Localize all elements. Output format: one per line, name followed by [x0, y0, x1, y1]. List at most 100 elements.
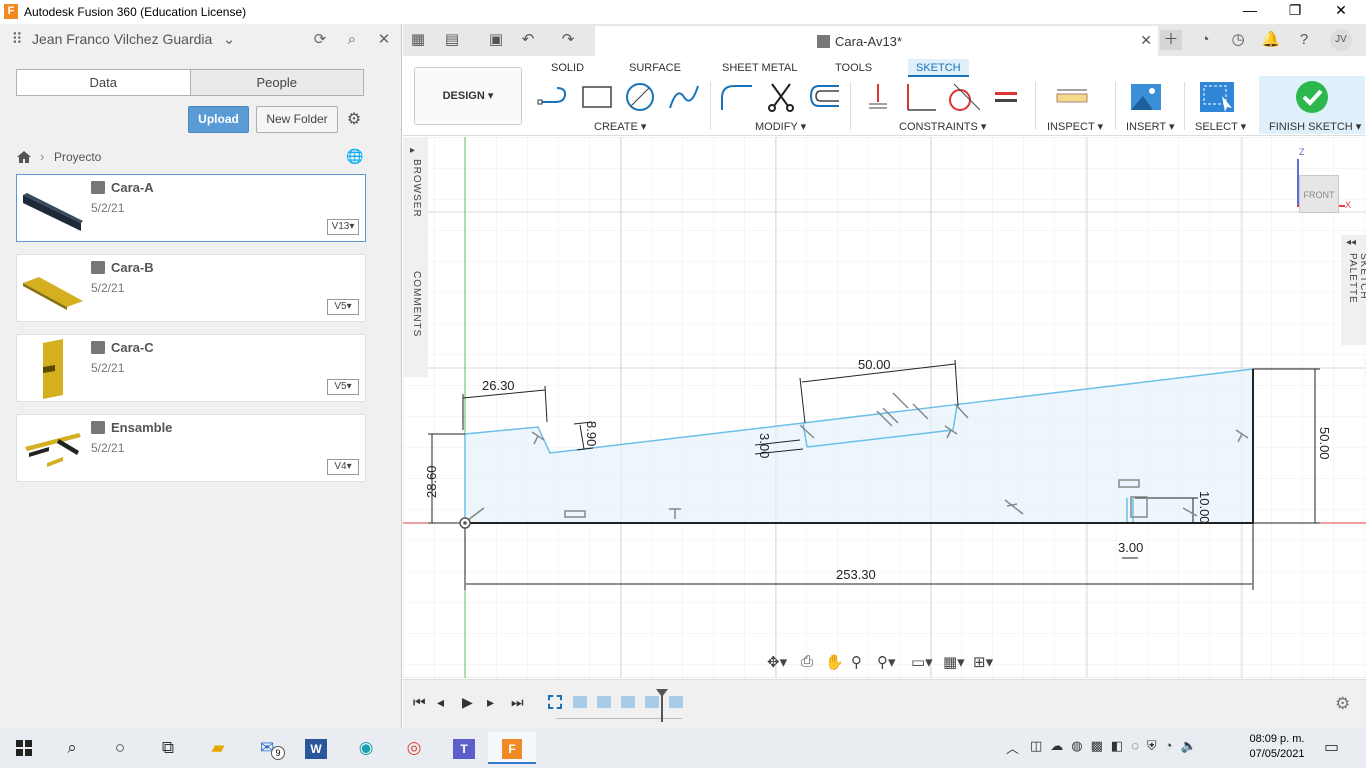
- play-icon[interactable]: ▶: [462, 694, 473, 711]
- display-settings-icon[interactable]: ▭▾: [911, 653, 933, 671]
- fillet-tool-icon[interactable]: [720, 82, 754, 112]
- fusion-taskbar-icon[interactable]: F: [488, 732, 536, 764]
- finish-sketch-button[interactable]: FINISH SKETCH ▾: [1269, 120, 1361, 133]
- notifications-center-icon[interactable]: ▭: [1324, 737, 1339, 757]
- inspect-menu[interactable]: INSPECT ▾: [1047, 120, 1103, 133]
- dimension-label[interactable]: 26.30: [482, 378, 515, 393]
- apps-grid-icon[interactable]: ▦: [407, 30, 429, 50]
- gear-icon[interactable]: ⚙: [344, 109, 364, 129]
- modify-menu[interactable]: MODIFY ▾: [755, 120, 806, 133]
- orbit-icon[interactable]: ✥▾: [767, 653, 787, 671]
- tab-people[interactable]: People: [189, 70, 363, 95]
- avatar[interactable]: JV: [1330, 29, 1352, 51]
- sketch-viewport[interactable]: 26.30 8.90 28.60 50.00 3.00 50.00 10.00 …: [403, 137, 1366, 678]
- select-window-icon[interactable]: [1200, 82, 1234, 112]
- equal-constraint-icon[interactable]: [989, 82, 1023, 112]
- go-to-start-icon[interactable]: ⏮: [413, 694, 426, 711]
- tab-data[interactable]: Data: [17, 70, 190, 95]
- clock[interactable]: 08:09 p. m. 07/05/2021: [1242, 732, 1312, 762]
- chevron-down-icon[interactable]: ⌄: [218, 29, 240, 51]
- user-name[interactable]: Jean Franco Vilchez Guardia: [32, 31, 212, 47]
- job-status-icon[interactable]: ◷: [1227, 30, 1249, 50]
- word-icon[interactable]: W: [292, 732, 340, 764]
- close-panel-icon[interactable]: ✕: [373, 29, 395, 51]
- cortana-icon[interactable]: ○: [96, 732, 144, 764]
- create-menu[interactable]: CREATE ▾: [594, 120, 646, 133]
- version-dropdown[interactable]: V5▾: [327, 299, 359, 315]
- version-dropdown[interactable]: V4▾: [327, 459, 359, 475]
- dimension-label[interactable]: 253.30: [836, 567, 876, 582]
- dimension-label[interactable]: 3.00: [757, 433, 772, 458]
- coincident-constraint-icon[interactable]: [861, 82, 895, 112]
- feature-icon[interactable]: [573, 696, 587, 708]
- offset-tool-icon[interactable]: [807, 82, 841, 112]
- tray-chevron-up-icon[interactable]: ︿: [1006, 738, 1019, 757]
- redo-icon[interactable]: ↷: [557, 30, 579, 50]
- zoom-icon[interactable]: ⚲: [851, 653, 862, 671]
- look-at-icon[interactable]: ⎙: [801, 653, 813, 670]
- finish-sketch-area[interactable]: FINISH SKETCH ▾: [1259, 76, 1365, 134]
- breadcrumb-project[interactable]: Proyecto: [54, 150, 101, 164]
- spline-tool-icon[interactable]: [667, 82, 701, 112]
- extensions-icon[interactable]: ◔: [1194, 30, 1216, 50]
- feature-icon[interactable]: [597, 696, 611, 708]
- dimension-label[interactable]: 28.60: [424, 465, 439, 498]
- dimension-label[interactable]: 10.00: [1197, 491, 1212, 524]
- perpendicular-constraint-icon[interactable]: [904, 82, 938, 112]
- undo-icon[interactable]: ↶: [517, 30, 539, 50]
- step-back-icon[interactable]: ◂: [437, 694, 444, 711]
- grid-dots-icon[interactable]: ⠿: [6, 29, 28, 51]
- select-menu[interactable]: SELECT ▾: [1195, 120, 1246, 133]
- pan-hand-icon[interactable]: ✋: [825, 653, 844, 671]
- chrome-icon[interactable]: ◎: [390, 732, 438, 764]
- grid-settings-icon[interactable]: ▦▾: [943, 653, 965, 671]
- sketch-feature-icon[interactable]: [548, 695, 562, 709]
- tab-surface[interactable]: SURFACE: [621, 59, 689, 77]
- version-dropdown[interactable]: V13▾: [327, 219, 359, 235]
- help-icon[interactable]: ?: [1293, 30, 1315, 50]
- close-window-button[interactable]: ✕: [1321, 2, 1361, 22]
- viewports-icon[interactable]: ⊞▾: [973, 653, 993, 671]
- list-item[interactable]: Cara-C 5/2/21 V5▾: [16, 334, 366, 402]
- workspace-dropdown[interactable]: DESIGN ▾: [414, 67, 522, 125]
- list-item[interactable]: Ensamble 5/2/21 V4▾: [16, 414, 366, 482]
- comments-panel-toggle[interactable]: COMMENTS: [403, 257, 428, 377]
- tab-sketch[interactable]: SKETCH: [908, 59, 969, 77]
- viewcube[interactable]: Z X FRONT: [1293, 147, 1355, 213]
- dimension-label[interactable]: 50.00: [858, 357, 891, 372]
- trim-scissors-icon[interactable]: [764, 82, 798, 112]
- new-tab-icon[interactable]: ＋: [1160, 30, 1182, 50]
- notifications-icon[interactable]: 🔔: [1260, 30, 1282, 50]
- sketch-palette-toggle[interactable]: ◂◂ SKETCH PALETTE: [1341, 235, 1366, 345]
- refresh-icon[interactable]: ⟳: [309, 29, 331, 51]
- tab-tools[interactable]: TOOLS: [827, 59, 880, 77]
- search-icon[interactable]: ⌕: [341, 29, 363, 51]
- rectangle-tool-icon[interactable]: [580, 82, 614, 112]
- go-to-end-icon[interactable]: ⏭: [511, 694, 524, 711]
- system-tray-icons[interactable]: ◫☁◍▩◧◌⛨◔🔈: [1030, 738, 1205, 754]
- mail-icon[interactable]: ✉ 9: [243, 732, 291, 764]
- windows-start-icon[interactable]: [0, 732, 48, 764]
- close-tab-icon[interactable]: ✕: [1140, 32, 1152, 49]
- tangent-constraint-icon[interactable]: [946, 82, 980, 112]
- step-forward-icon[interactable]: ▸: [487, 694, 494, 711]
- version-dropdown[interactable]: V5▾: [327, 379, 359, 395]
- edge-icon[interactable]: ◉: [342, 732, 390, 764]
- dimension-label[interactable]: 50.00: [1317, 427, 1332, 460]
- dimension-label[interactable]: 3.00: [1118, 540, 1143, 555]
- file-menu-icon[interactable]: ▤: [441, 30, 463, 50]
- maximize-button[interactable]: ❐: [1275, 2, 1315, 22]
- viewcube-front-face[interactable]: FRONT: [1299, 175, 1339, 213]
- save-icon[interactable]: ▣: [485, 30, 507, 50]
- feature-icon[interactable]: [621, 696, 635, 708]
- line-tool-icon[interactable]: [537, 82, 571, 112]
- file-explorer-icon[interactable]: ▰: [194, 732, 242, 764]
- globe-icon[interactable]: 🌐: [346, 148, 363, 165]
- fit-icon[interactable]: ⚲▾: [877, 653, 896, 671]
- list-item[interactable]: Cara-A 5/2/21 V13▾: [16, 174, 366, 242]
- new-folder-button[interactable]: New Folder: [256, 106, 338, 133]
- gear-icon[interactable]: ⚙: [1335, 694, 1350, 714]
- list-item[interactable]: Cara-B 5/2/21 V5▾: [16, 254, 366, 322]
- insert-menu[interactable]: INSERT ▾: [1126, 120, 1175, 133]
- constraints-menu[interactable]: CONSTRAINTS ▾: [899, 120, 986, 133]
